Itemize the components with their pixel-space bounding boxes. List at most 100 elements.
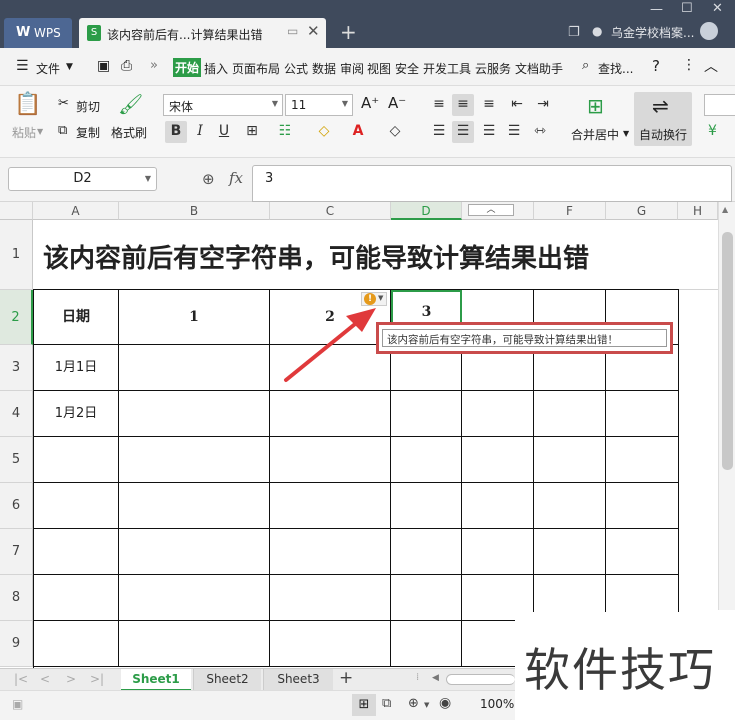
search-icon[interactable]: ⌕: [582, 58, 589, 73]
zoom-search-icon[interactable]: ⊕: [202, 170, 215, 188]
restore-icon[interactable]: ❐: [568, 25, 580, 40]
distribute-icon[interactable]: ⇿: [529, 121, 551, 143]
clear-format-icon[interactable]: ◇: [384, 121, 406, 143]
chevron-down-icon[interactable]: ▼: [424, 701, 429, 709]
more-menu-icon[interactable]: ⋮: [682, 57, 696, 73]
copy-icon[interactable]: ⧉: [58, 123, 67, 138]
column-header-e[interactable]: ︿: [462, 202, 534, 220]
save-icon[interactable]: ▣: [97, 58, 110, 74]
name-box[interactable]: D2 ▼: [8, 167, 157, 191]
cell-a2[interactable]: 日期: [34, 290, 119, 345]
menu-doc-assistant[interactable]: 文档助手: [515, 60, 563, 77]
collapse-icon[interactable]: ︿: [704, 56, 718, 76]
table-cell[interactable]: [391, 575, 462, 621]
page-layout-view-icon[interactable]: ⧉: [382, 696, 391, 711]
cell-b2[interactable]: 1: [119, 290, 270, 345]
shrink-font-icon[interactable]: A⁻: [388, 94, 406, 112]
currency-icon[interactable]: ¥: [708, 123, 717, 139]
row-header-2[interactable]: 2: [0, 290, 33, 345]
new-tab-icon[interactable]: +: [340, 20, 357, 44]
sheet-tab-2[interactable]: Sheet2: [193, 669, 261, 691]
table-cell[interactable]: [606, 529, 679, 575]
font-name-select[interactable]: 宋体 ▼: [163, 94, 283, 116]
table-cell[interactable]: [462, 529, 534, 575]
eye-protection-icon[interactable]: ◉: [439, 695, 451, 711]
table-cell[interactable]: [391, 437, 462, 483]
row-header-9[interactable]: 9: [0, 621, 33, 667]
menu-page-layout[interactable]: 页面布局: [232, 60, 280, 77]
scroll-left-icon[interactable]: ◀: [432, 673, 439, 683]
cut-label[interactable]: 剪切: [76, 98, 100, 115]
row-header-3[interactable]: 3: [0, 345, 33, 391]
font-color-icon[interactable]: A: [347, 121, 369, 143]
cell-a4[interactable]: 1月2日: [34, 391, 119, 437]
chevron-down-icon[interactable]: ▼: [623, 129, 629, 138]
column-header-f[interactable]: F: [534, 202, 606, 220]
tab-document[interactable]: S 该内容前后有...计算结果出错 ▭ ✕: [79, 18, 326, 48]
table-cell[interactable]: [34, 621, 119, 667]
number-format-select[interactable]: [704, 94, 735, 116]
menu-data[interactable]: 数据: [312, 60, 336, 77]
hamburger-icon[interactable]: ☰: [16, 58, 29, 74]
cell-d4[interactable]: [391, 391, 462, 437]
cell-e4[interactable]: [462, 391, 534, 437]
table-cell[interactable]: [34, 483, 119, 529]
row-header-1[interactable]: 1: [0, 220, 33, 290]
align-middle-icon[interactable]: ≡: [452, 94, 474, 116]
indent-decrease-icon[interactable]: ⇤: [506, 94, 528, 116]
table-cell[interactable]: [606, 437, 679, 483]
paste-icon[interactable]: 📋: [14, 92, 41, 117]
merge-center-label[interactable]: 合并居中: [571, 126, 619, 143]
last-sheet-icon[interactable]: >|: [90, 672, 104, 686]
format-painter-label[interactable]: 格式刷: [111, 124, 147, 141]
prev-sheet-icon[interactable]: <: [40, 672, 50, 686]
minimize-icon[interactable]: —: [650, 2, 663, 17]
pin-icon[interactable]: ▭: [287, 24, 298, 38]
table-cell[interactable]: [270, 483, 391, 529]
row-header-7[interactable]: 7: [0, 529, 33, 575]
table-cell[interactable]: [119, 529, 270, 575]
table-cell[interactable]: [391, 529, 462, 575]
menu-insert[interactable]: 插入: [204, 60, 228, 77]
table-cell[interactable]: [391, 621, 462, 667]
align-top-icon[interactable]: ≡: [428, 94, 450, 116]
table-cell[interactable]: [391, 483, 462, 529]
cell-b4[interactable]: [119, 391, 270, 437]
cell-h1[interactable]: [678, 220, 718, 290]
menu-cloud[interactable]: 云服务: [475, 60, 511, 77]
column-header-c[interactable]: C: [270, 202, 391, 220]
row-header-5[interactable]: 5: [0, 437, 33, 483]
row-header-6[interactable]: 6: [0, 483, 33, 529]
border-icon[interactable]: ⊞: [241, 121, 263, 143]
cell-c4[interactable]: [270, 391, 391, 437]
menu-review[interactable]: 审阅: [340, 60, 364, 77]
table-cell[interactable]: [462, 437, 534, 483]
align-center-icon[interactable]: ☰: [452, 121, 474, 143]
table-cell[interactable]: [119, 575, 270, 621]
scrollbar-thumb[interactable]: [722, 232, 733, 470]
table-cell[interactable]: [534, 483, 606, 529]
bold-button[interactable]: B: [165, 121, 187, 143]
cell-b3[interactable]: [119, 345, 270, 391]
justify-icon[interactable]: ☰: [503, 121, 525, 143]
cell-a3[interactable]: 1月1日: [34, 345, 119, 391]
cell-g4[interactable]: [606, 391, 679, 437]
next-sheet-icon[interactable]: >: [66, 672, 76, 686]
format-painter-icon[interactable]: 🖌: [118, 92, 143, 116]
menu-security[interactable]: 安全: [395, 60, 419, 77]
underline-button[interactable]: U: [213, 121, 235, 143]
menu-view[interactable]: 视图: [367, 60, 391, 77]
cell-style-icon[interactable]: ☷: [274, 121, 296, 143]
italic-button[interactable]: I: [189, 121, 211, 143]
normal-view-icon[interactable]: ⊞: [352, 694, 376, 716]
column-header-g[interactable]: G: [606, 202, 678, 220]
first-sheet-icon[interactable]: |<: [14, 672, 28, 686]
macro-icon[interactable]: ▣: [12, 697, 23, 711]
maximize-icon[interactable]: ☐: [681, 1, 693, 16]
table-cell[interactable]: [606, 483, 679, 529]
column-header-h[interactable]: H: [678, 202, 718, 220]
print-icon[interactable]: ⎙: [121, 58, 132, 74]
spreadsheet-grid[interactable]: A B C D ︿ F G H 1 2 3 4 5 6 7 8 9 该内容前后有…: [0, 202, 718, 668]
menu-home[interactable]: 开始: [173, 58, 202, 77]
avatar[interactable]: [700, 22, 718, 40]
